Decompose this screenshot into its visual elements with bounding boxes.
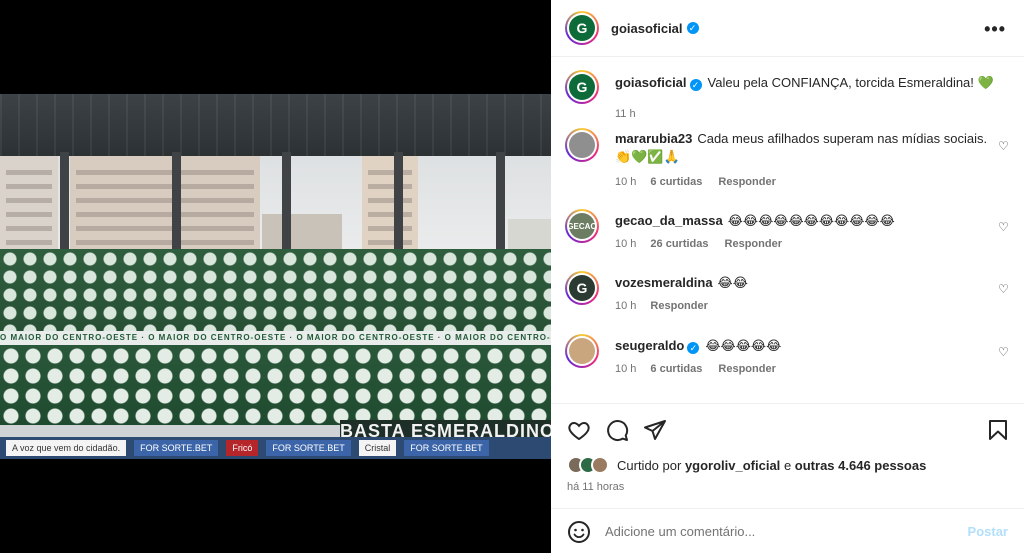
more-options-icon[interactable]: •••	[984, 19, 1006, 40]
reply-button[interactable]: Responder	[725, 238, 782, 250]
post-media[interactable]: O MAIOR DO CENTRO-OESTE · O MAIOR DO CEN…	[0, 0, 551, 553]
comment-username[interactable]: mararubia23	[615, 131, 692, 146]
comment-text: 😂😂😂😂😂😂😂😂😂😂😂	[727, 213, 895, 228]
comment-likes[interactable]: 26 curtidas	[650, 238, 708, 250]
likes-summary: Curtido por ygoroliv_oficial e outras 4.…	[567, 456, 926, 474]
post-time: há 11 horas	[567, 481, 625, 493]
building	[362, 156, 418, 251]
avatar[interactable]: G	[565, 11, 599, 45]
caption-username[interactable]: goiasoficial	[615, 75, 687, 90]
crowd-lower	[0, 345, 551, 425]
comment-username[interactable]: vozesmeraldina	[615, 275, 713, 290]
comment-text: 😂😂😂😂😂	[705, 338, 782, 353]
liked-by-prefix: Curtido por	[617, 457, 682, 473]
caption-text: Valeu pela CONFIANÇA, torcida Esmeraldin…	[707, 75, 994, 90]
comment-time: 10 h	[615, 300, 637, 312]
add-comment-bar: Adicione um comentário... Postar	[551, 508, 1024, 553]
building	[70, 156, 260, 251]
comment-item: mararubia23 Cada meus afilhados superam n…	[565, 128, 1010, 192]
comment-input[interactable]: Adicione um comentário...	[605, 524, 968, 539]
liked-by-user[interactable]: ygoroliv_oficial	[685, 458, 780, 473]
ad-board: FOR SORTE.BET	[404, 440, 489, 456]
ad-board: Cristal	[358, 440, 397, 456]
like-comment-heart-icon[interactable]: ♡	[998, 140, 1010, 152]
avatar[interactable]: GECAO	[565, 209, 599, 243]
reply-button[interactable]: Responder	[718, 363, 775, 375]
building	[0, 156, 58, 251]
liker-avatars[interactable]	[567, 456, 609, 474]
avatar[interactable]	[565, 128, 599, 162]
comment-icon[interactable]	[605, 418, 629, 442]
comment-time: 10 h	[615, 238, 637, 250]
comment-time: 10 h	[615, 176, 637, 188]
liked-by-middle: e	[783, 457, 792, 473]
avatar[interactable]: G	[565, 271, 599, 305]
reply-button[interactable]: Responder	[650, 300, 707, 312]
comment-item: G vozesmeraldina 😂😂 10 h Responder ♡	[565, 271, 1010, 312]
building	[262, 214, 342, 251]
verified-icon: ✓	[689, 79, 702, 91]
comment-item: seugeraldo ✓ 😂😂😂😂😂 10 h 6 curtidas Responder…	[565, 334, 1010, 375]
building	[508, 219, 551, 251]
ad-boards: A voz que vem do cidadão. FOR SORTE.BET …	[0, 437, 551, 459]
author-username[interactable]: goiasoficial	[611, 21, 683, 36]
avatar[interactable]	[565, 334, 599, 368]
post-panel: G goiasoficial ✓ ••• G goiasoficial ✓ Vale…	[551, 0, 1024, 553]
crowd-upper	[0, 249, 551, 331]
avatar[interactable]: G	[565, 70, 599, 104]
like-comment-heart-icon[interactable]: ♡	[998, 221, 1010, 233]
post-header: G goiasoficial ✓ •••	[551, 0, 1024, 57]
bookmark-icon[interactable]	[986, 418, 1010, 442]
verified-icon: ✓	[686, 22, 699, 34]
ad-board: A voz que vem do cidadão.	[6, 440, 127, 456]
comment-username[interactable]: gecao_da_massa	[615, 213, 723, 228]
emoji-icon[interactable]	[567, 520, 591, 544]
like-comment-heart-icon[interactable]: ♡	[998, 283, 1010, 295]
ad-board: FOR SORTE.BET	[134, 440, 219, 456]
comment-item: GECAO gecao_da_massa 😂😂😂😂😂😂😂😂😂😂😂 10 h 26 c…	[565, 209, 1010, 250]
ad-board: Fricó	[226, 440, 259, 456]
heart-icon[interactable]	[567, 418, 591, 442]
reply-button[interactable]: Responder	[718, 176, 775, 188]
share-icon[interactable]	[643, 418, 667, 442]
comment-likes[interactable]: 6 curtidas	[650, 176, 702, 188]
comment-likes[interactable]: 6 curtidas	[650, 363, 702, 375]
verified-icon: ✓	[687, 342, 700, 354]
comment-username[interactable]: seugeraldo	[615, 338, 684, 353]
post-comment-button[interactable]: Postar	[968, 524, 1008, 539]
caption-time: 11 h	[615, 108, 636, 120]
caption: G goiasoficial ✓ Valeu pela CONFIANÇA, tor…	[565, 70, 1010, 120]
like-comment-heart-icon[interactable]: ♡	[998, 346, 1010, 358]
ad-board: FOR SORTE.BET	[266, 440, 351, 456]
stadium-photo: O MAIOR DO CENTRO-OESTE · O MAIOR DO CEN…	[0, 94, 551, 459]
comment-text: 😂😂	[717, 275, 748, 290]
comments-list: G goiasoficial ✓ Valeu pela CONFIANÇA, tor…	[551, 58, 1024, 402]
liked-by-others[interactable]: outras 4.646 pessoas	[795, 458, 927, 473]
stand-banner: O MAIOR DO CENTRO-OESTE · O MAIOR DO CEN…	[0, 331, 551, 345]
post-actions: Curtido por ygoroliv_oficial e outras 4.…	[551, 403, 1024, 553]
comment-time: 10 h	[615, 363, 637, 375]
